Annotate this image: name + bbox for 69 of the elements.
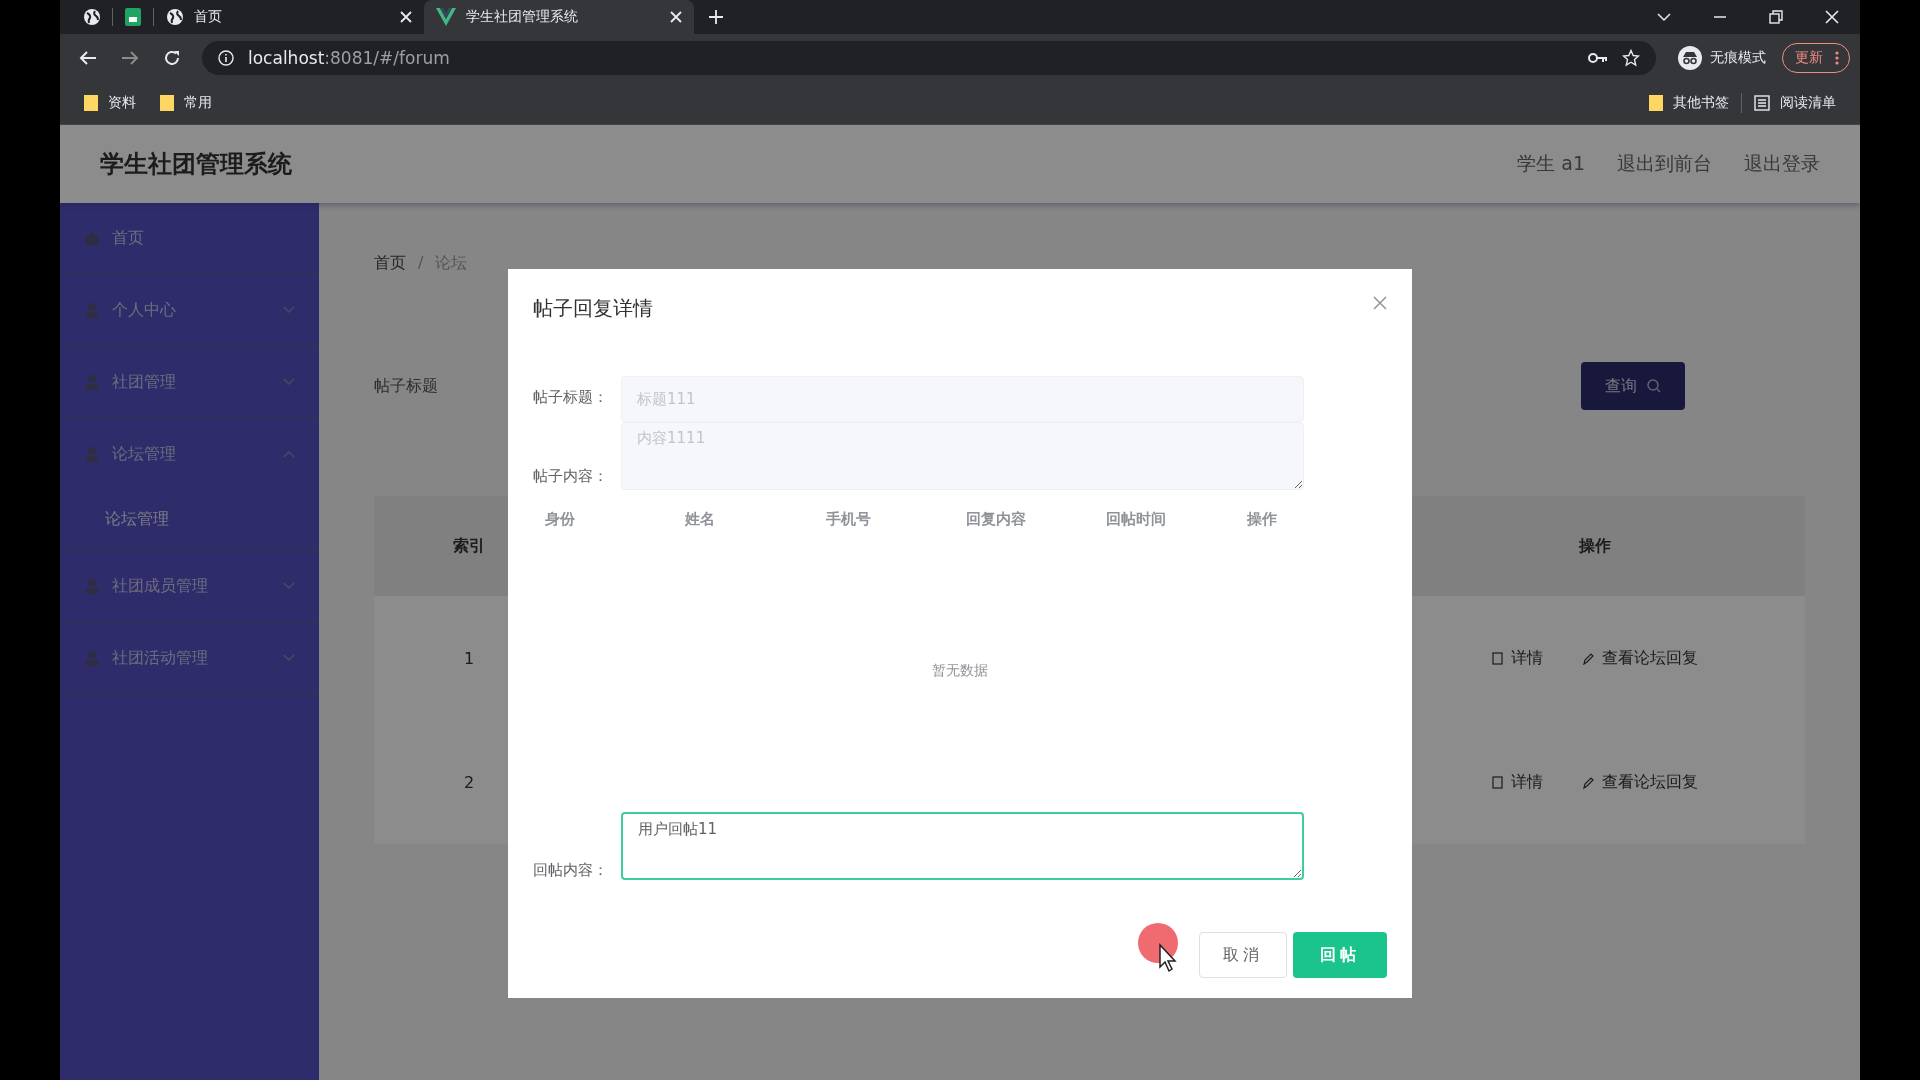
- bookmark-label: 阅读清单: [1780, 94, 1836, 112]
- star-icon[interactable]: [1622, 49, 1640, 67]
- person-icon: [84, 302, 100, 318]
- reading-list-button[interactable]: 阅读清单: [1742, 94, 1848, 112]
- folder-icon: [1649, 95, 1663, 111]
- document-icon: [1492, 775, 1503, 789]
- key-icon[interactable]: [1588, 52, 1608, 64]
- address-bar[interactable]: localhost:8081/#/forum: [202, 41, 1656, 75]
- globe-icon: [166, 8, 184, 26]
- breadcrumb-item: /: [418, 253, 424, 274]
- header-link[interactable]: 退出到前台: [1617, 151, 1712, 177]
- person-icon: [84, 446, 100, 462]
- column-header: 回帖时间: [1106, 510, 1168, 530]
- browser-tab[interactable]: 首页: [154, 0, 424, 34]
- column-header: 索引: [452, 535, 486, 557]
- v-logo-icon: [436, 8, 456, 26]
- tab-title: 首页: [194, 8, 223, 26]
- column-header: 操作: [1246, 510, 1278, 530]
- bookmark[interactable]: 其他书签: [1637, 94, 1741, 112]
- home-icon: [84, 230, 100, 246]
- column-header: 操作: [1577, 535, 1612, 557]
- pencil-icon: [1583, 775, 1594, 789]
- list-icon: [1754, 95, 1770, 111]
- pencil-icon: [1583, 651, 1594, 665]
- view-replies-link[interactable]: 查看论坛回复: [1583, 647, 1698, 669]
- column-header: 姓名: [685, 510, 717, 530]
- bookmark-label: 常用: [184, 94, 212, 112]
- person-icon: [84, 650, 100, 666]
- browser-tab[interactable]: 学生社团管理系统: [424, 0, 694, 34]
- search-button[interactable]: 查询: [1581, 362, 1685, 410]
- app-title: 学生社团管理系统: [100, 149, 292, 180]
- more-icon: [1835, 51, 1839, 65]
- empty-message: 暂无数据: [931, 660, 989, 680]
- incognito-button[interactable]: 无痕模式: [1662, 46, 1776, 70]
- text-area[interactable]: 用户回帖11: [621, 812, 1304, 880]
- folder-icon: [160, 95, 174, 111]
- search-label: 帖子标题: [374, 375, 438, 397]
- column-header: 回复内容: [966, 510, 1027, 530]
- details-link[interactable]: 详情: [1492, 771, 1543, 793]
- field-label: 帖子内容：: [533, 467, 609, 488]
- bookmark-label: 其他书签: [1673, 94, 1729, 112]
- column-header: 身份: [545, 510, 576, 530]
- view-replies-link[interactable]: 查看论坛回复: [1583, 771, 1698, 793]
- header-link[interactable]: 退出登录: [1744, 151, 1820, 177]
- header-link[interactable]: 学生 a1: [1517, 151, 1585, 177]
- sidebar-subitem[interactable]: 论坛管理: [60, 489, 319, 551]
- field-label: 帖子标题：: [533, 387, 609, 408]
- folder-icon: [84, 95, 98, 111]
- bookmark[interactable]: 资料: [72, 94, 148, 112]
- info-icon[interactable]: [218, 50, 234, 66]
- incognito-icon: [1678, 46, 1702, 70]
- cancel-button[interactable]: 取消: [1199, 932, 1287, 978]
- breadcrumb-item[interactable]: 首页: [374, 253, 406, 274]
- dialog-title: 帖子回复详情: [533, 295, 653, 322]
- table-cell-text: 2: [462, 772, 476, 792]
- field-label: 回帖内容：: [533, 861, 609, 880]
- bookmark-label: 资料: [108, 94, 136, 112]
- document-icon: [1492, 651, 1503, 665]
- url-text: localhost:8081/#/forum: [248, 48, 450, 68]
- person-icon: [84, 374, 100, 390]
- column-header: 手机号: [825, 510, 872, 530]
- details-link[interactable]: 详情: [1492, 647, 1543, 669]
- profile-label: 无痕模式: [1710, 49, 1766, 67]
- bookmark[interactable]: 常用: [148, 94, 224, 112]
- tab-title: 学生社团管理系统: [466, 8, 579, 26]
- person-icon: [84, 578, 100, 594]
- table-cell-text: 1: [462, 648, 476, 668]
- search-icon: [1647, 379, 1661, 393]
- new-tab-icon[interactable]: [708, 9, 724, 25]
